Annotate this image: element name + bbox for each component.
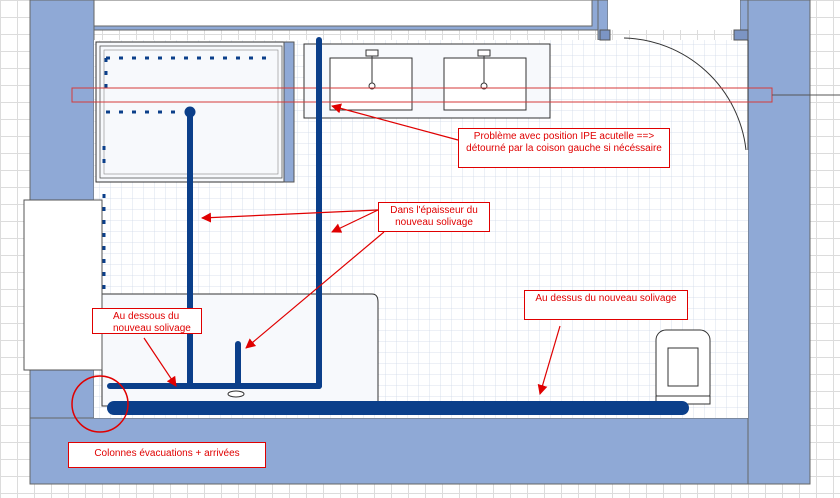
annotation-colonnes: Colonnes évacuations + arrivées [68,442,266,468]
annotation-dessus: Au dessus du nouveau solivage [524,290,688,320]
wall-right [747,0,811,485]
double-vanity [303,43,551,119]
floor-plan [23,0,840,485]
annotation-epaisseur: Dans l'épaisseur du nouveau solivage [378,202,490,232]
annotation-dessous: Au dessous du nouveau solivage [92,308,202,334]
toilet [655,329,711,405]
bathtub-drain [227,390,245,398]
shower-partition [283,41,295,183]
top-cabinet [93,0,593,27]
pipe-shower-connection [184,106,196,118]
annotation-ipe: Problème avec position IPE acutelle ==> … [458,128,670,168]
door-frame-left [599,29,611,41]
window-left [23,199,103,371]
door-frame-right [733,29,749,41]
door-opening [608,0,740,30]
